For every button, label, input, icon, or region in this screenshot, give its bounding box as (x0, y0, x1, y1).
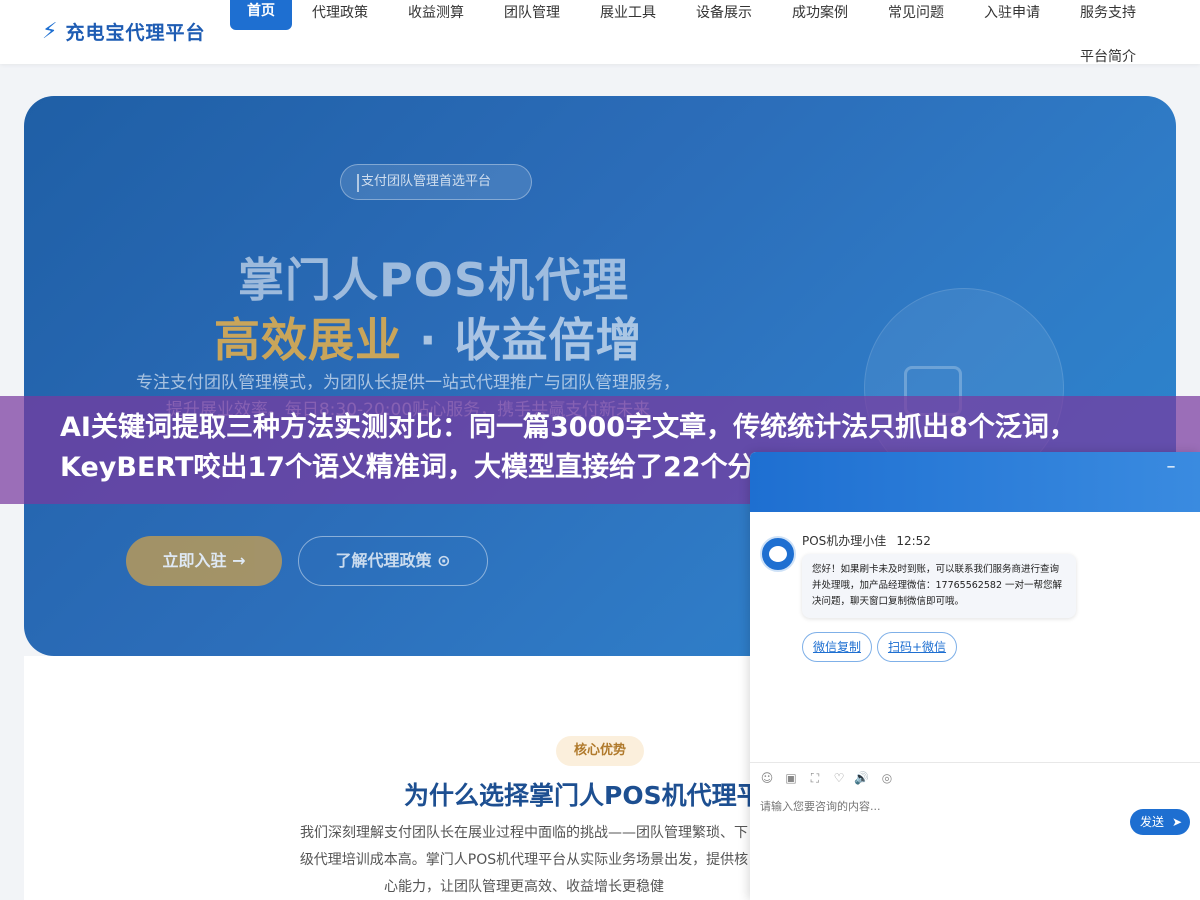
copy-wechat-button[interactable]: 微信复制 (802, 632, 872, 662)
hero-subtitle-gold: 高效展业 (214, 313, 402, 367)
send-label: 发送 (1140, 815, 1165, 829)
sender-name: POS机办理小佳 (802, 534, 887, 548)
send-icon: ➤ (1171, 815, 1182, 829)
section-description: 我们深刻理解支付团队长在展业过程中面临的挑战——团队管理繁琐、下级代理培训成本高… (299, 825, 749, 895)
nav-item-support[interactable]: 服务支持 (1080, 2, 1136, 22)
chat-window: – POS机办理小佳 12:52 您好！如果刷卡未及时到账，可以联系我们服务商进行… (750, 452, 1200, 900)
nav-item-team-management[interactable]: 团队管理 (504, 2, 560, 22)
lightning-icon: ⚡ (42, 19, 58, 44)
logo-text: 充电宝代理平台 (65, 22, 206, 44)
site-header: ⚡ 充电宝代理平台 首页 代理政策 收益测算 团队管理 展业工具 设备展示 成功… (0, 0, 1200, 66)
minimize-icon[interactable]: – (1164, 458, 1178, 476)
logo[interactable]: ⚡ 充电宝代理平台 (42, 18, 205, 45)
hero-subtitle: 高效展业 · 收益倍增 (214, 304, 643, 370)
hero-title: 掌门人POS机代理 (238, 253, 629, 307)
nav-item-revenue-calc[interactable]: 收益测算 (408, 2, 464, 22)
nav-item-agent-policy[interactable]: 代理政策 (312, 2, 368, 22)
scan-wechat-button[interactable]: 扫码+微信 (877, 632, 957, 662)
join-now-button[interactable]: 立即入驻 → (126, 536, 282, 586)
chat-input[interactable] (760, 800, 1060, 813)
hero-badge: 支付团队管理首选平台 (340, 164, 532, 200)
section-tag: 核心优势 (556, 736, 644, 766)
nav-item-devices[interactable]: 设备展示 (696, 2, 752, 22)
rating-icon[interactable]: ♡ (832, 771, 846, 785)
learn-policy-button[interactable]: 了解代理政策 ⊙ (298, 536, 488, 586)
hero-subtitle-white: 收益倍增 (454, 313, 643, 367)
voice-icon[interactable]: 🔊 (854, 771, 869, 785)
agent-avatar (760, 536, 796, 572)
send-button[interactable]: 发送 ➤ (1130, 809, 1190, 835)
nav-item-cases[interactable]: 成功案例 (792, 2, 848, 22)
nav-item-tools[interactable]: 展业工具 (600, 2, 656, 22)
chat-header: – (750, 452, 1200, 512)
screenshot-icon[interactable]: ⛶ (808, 771, 822, 785)
chat-toolbar: ☺ ▣ ⛶ ♡ 🔊 ◎ (750, 762, 1200, 792)
nav-item-home[interactable]: 首页 (230, 0, 292, 30)
nav-item-faq[interactable]: 常见问题 (888, 2, 944, 22)
message-bubble: 您好！如果刷卡未及时到账，可以联系我们服务商进行查询并处理哦，加产品经理微信：1… (802, 554, 1076, 618)
wechat-icon[interactable]: ◎ (880, 771, 894, 785)
message-time: 12:52 (896, 534, 931, 548)
message-sender: POS机办理小佳 12:52 (802, 532, 931, 549)
badge-bar (357, 174, 359, 192)
section-title: 为什么选择掌门人POS机代理平 (404, 781, 762, 810)
nav-item-about[interactable]: 平台简介 (1080, 46, 1136, 66)
hero-badge-text: 支付团队管理首选平台 (361, 174, 492, 189)
image-icon[interactable]: ▣ (784, 771, 798, 785)
avatar-face (769, 546, 787, 562)
hero-subtitle-dot: · (402, 313, 455, 367)
nav-item-apply[interactable]: 入驻申请 (984, 2, 1040, 22)
emoji-icon[interactable]: ☺ (760, 771, 774, 785)
